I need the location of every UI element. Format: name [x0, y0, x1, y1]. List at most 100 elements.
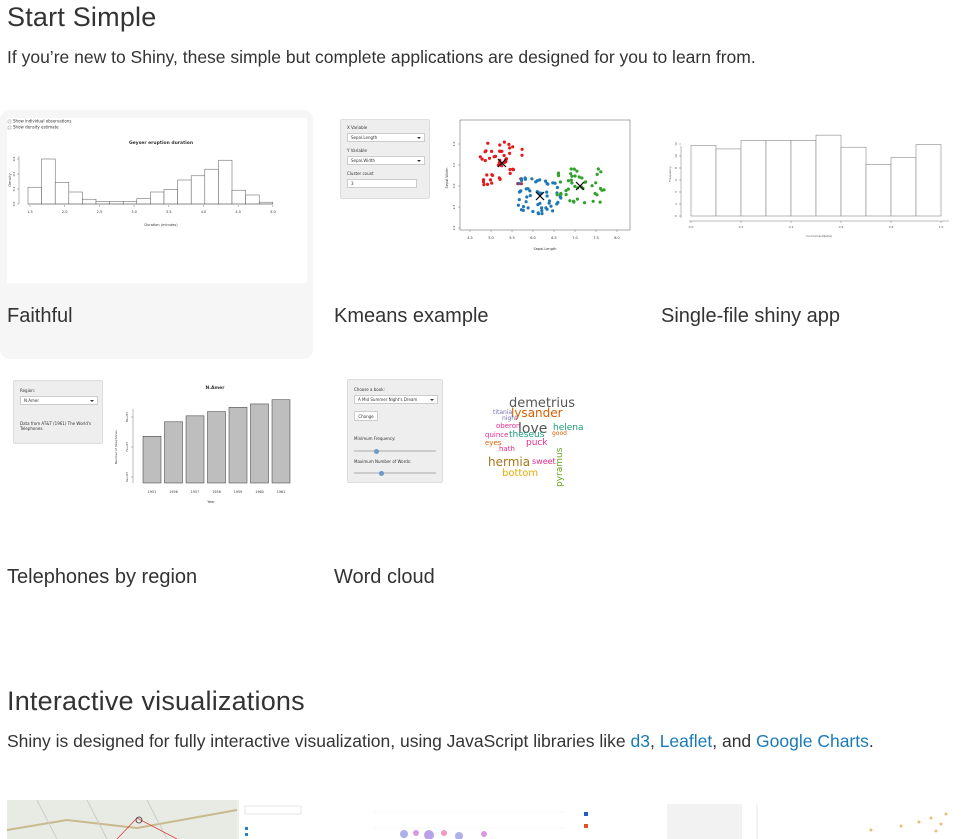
chart-xlabel: Sepal.Length [534, 247, 557, 251]
scatter-point [485, 173, 489, 177]
word-cloud-word: good [552, 430, 567, 437]
scatter-point [485, 182, 490, 186]
scatter-point [535, 179, 539, 183]
card-label[interactable]: Kmeans example [334, 305, 489, 328]
histogram-bar [82, 198, 97, 205]
histogram-bar [840, 146, 867, 217]
cluster-center-marker [575, 181, 585, 191]
cluster-count-input[interactable]: 3 [347, 179, 417, 188]
histogram-bar [95, 201, 110, 205]
scatter-point [511, 145, 515, 149]
link-leaflet[interactable]: Leaflet [660, 731, 713, 751]
scatter-point [538, 201, 542, 205]
checkbox-density-label: Show density estimate [13, 125, 59, 130]
chart-ylabel: Density [8, 173, 12, 186]
scatter-point [490, 181, 494, 185]
card-thumbnail[interactable]: Show individual observations Show densit… [7, 118, 307, 283]
chart-ylabel: Frequency [668, 166, 672, 182]
card-thumbnail[interactable]: 0.0 0.2 0.4 0.6 0.8 1.0 rnorm(input$obs) 0 2 4 6… [661, 118, 961, 283]
y-tick-label: 4 [674, 191, 678, 193]
bubble-chart-thumbnail [374, 811, 588, 839]
histogram-bar [815, 134, 842, 217]
scatter-point [546, 182, 550, 186]
gallery-card-telephones-by-region[interactable]: Region: N.Amer Data from AT&T (1961) The… [0, 371, 313, 620]
change-button[interactable]: Change [354, 411, 378, 421]
word-cloud-word: hath [499, 445, 515, 453]
histogram-bar [204, 168, 219, 205]
gallery-card-single-file-shiny-app[interactable]: 0.0 0.2 0.4 0.6 0.8 1.0 rnorm(input$obs) 0 2 4 6… [654, 110, 961, 359]
scatter-point [528, 194, 532, 198]
x-tick-label: 8.0 [614, 236, 620, 240]
slider-handle[interactable] [379, 470, 384, 476]
link-google-charts[interactable]: Google Charts [756, 731, 869, 751]
card-thumbnail[interactable]: X Variable Sepal.Length Y Variable Sepal… [334, 118, 634, 283]
card-label[interactable]: Single-file shiny app [661, 305, 840, 328]
gallery-card-word-cloud[interactable]: Choose a book: A Mid Summer Night's Drea… [327, 371, 640, 620]
x-tick-label: 1957 [191, 490, 199, 494]
yvar-select[interactable]: Sepal.Width [347, 156, 425, 165]
x-tick-label: 6.5 [551, 236, 557, 240]
scatter-point [526, 206, 530, 210]
x-tick-label: 7.0 [572, 236, 578, 240]
gallery-card-faithful[interactable]: Show individual observations Show densit… [0, 110, 313, 359]
gallery-card-google-charts-partial[interactable] [334, 800, 634, 839]
min-frequency-slider[interactable] [354, 448, 436, 454]
chart-ylabel: Sepal.Width [445, 168, 449, 189]
word-cloud-word: puck [526, 438, 548, 448]
card-thumbnail[interactable]: Choose a book: A Mid Summer Night's Drea… [334, 379, 634, 544]
scatter-point [602, 188, 606, 192]
region-select[interactable]: N.Amer [20, 396, 98, 405]
chart-xlabel: Year [207, 500, 215, 504]
scatter-point [508, 146, 512, 150]
histogram-bar [27, 186, 42, 205]
gallery-card-kmeans-example[interactable]: X Variable Sepal.Length Y Variable Sepal… [327, 110, 640, 359]
gallery-card-leaflet-map-partial[interactable] [7, 800, 307, 839]
scatter-point [580, 176, 584, 180]
scatter-point [517, 182, 521, 186]
x-tick-label: 1.5 [27, 210, 33, 214]
x-tick-label: 4.5 [467, 236, 473, 240]
scatter-point [545, 194, 549, 198]
word-cloud-word: pyramus [555, 447, 565, 487]
scatter-point [540, 212, 544, 216]
xvar-select[interactable]: Sepal.Length [347, 133, 425, 142]
scatter-point [508, 171, 512, 175]
scatter-point [521, 208, 525, 212]
scatter-point [551, 209, 555, 213]
scatter-point [572, 199, 576, 203]
word-cloud-word: quince [485, 431, 509, 439]
link-d3[interactable]: d3 [630, 731, 649, 751]
scatter-point [584, 180, 588, 184]
x-tick-label: 7.5 [593, 236, 599, 240]
telephones-bar [228, 407, 248, 484]
y-tick-label: 0.6 [12, 157, 16, 162]
yvar-label: Y Variable [347, 148, 367, 153]
histogram-bar [890, 157, 917, 217]
scatter-point [536, 212, 541, 216]
scatter-point [590, 184, 594, 188]
section-description-interactive: Shiny is designed for fully interactive … [7, 731, 874, 751]
scatter-point [564, 193, 568, 197]
histogram-bar [177, 179, 192, 205]
book-select[interactable]: A Mid Summer Night's Dream [354, 395, 438, 404]
scatter-point [531, 209, 535, 214]
x-tick-label: 4.5 [235, 210, 241, 214]
x-tick-label: 3.5 [166, 210, 172, 214]
gallery-card-movie-explorer-partial[interactable] [661, 800, 961, 839]
scatter-point [569, 172, 573, 176]
scatter-point [502, 140, 506, 144]
card-label[interactable]: Telephones by region [7, 566, 197, 589]
card-label[interactable]: Faithful [7, 305, 73, 328]
scatter-point [555, 193, 559, 197]
y-tick-label: 2.5 [452, 205, 456, 210]
x-tick-label: 1.0 [939, 225, 944, 229]
scatter-point [569, 167, 573, 171]
x-tick-label: 6.0 [530, 236, 536, 240]
histogram-bar [790, 140, 817, 217]
max-words-slider[interactable] [354, 470, 436, 476]
scatter-point [555, 185, 559, 190]
slider-handle[interactable] [374, 448, 379, 454]
card-thumbnail[interactable]: Region: N.Amer Data from AT&T (1961) The… [7, 379, 307, 544]
scatter-point [499, 149, 503, 153]
card-label[interactable]: Word cloud [334, 566, 435, 589]
